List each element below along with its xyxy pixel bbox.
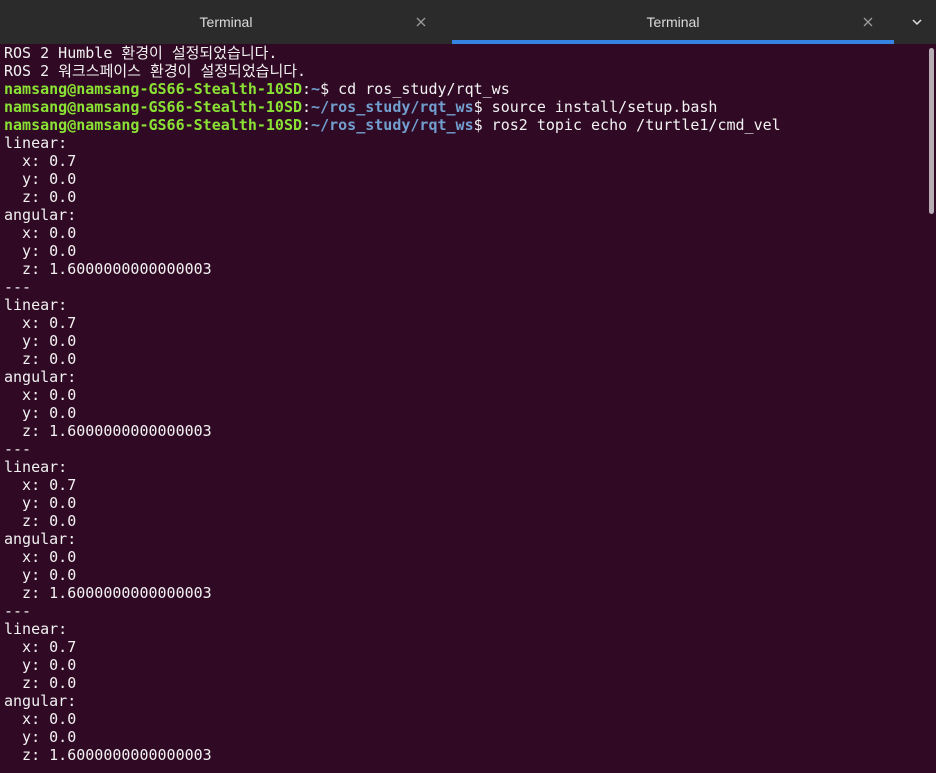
output-line: y: 0.0 xyxy=(4,656,77,674)
output-line: y: 0.0 xyxy=(4,242,77,260)
prompt-command: cd ros_study/rqt_ws xyxy=(338,80,510,98)
output-line: y: 0.0 xyxy=(4,404,77,422)
output-line: x: 0.7 xyxy=(4,638,77,656)
output-line: z: 0.0 xyxy=(4,674,77,692)
output-line: linear: xyxy=(4,620,68,638)
output-line: z: 1.6000000000000003 xyxy=(4,260,212,278)
tab-terminal-2[interactable]: Terminal xyxy=(452,0,894,44)
chevron-down-icon[interactable] xyxy=(910,15,924,29)
close-icon[interactable] xyxy=(862,16,874,28)
output-line: z: 1.6000000000000003 xyxy=(4,584,212,602)
output-line: linear: xyxy=(4,296,68,314)
terminal-window: Terminal Terminal ROS 2 Humble 환경이 설정되었습… xyxy=(0,0,936,773)
output-line: angular: xyxy=(4,206,77,224)
prompt-user-host: namsang@namsang-GS66-Stealth-10SD xyxy=(4,80,303,98)
prompt-line: namsang@namsang-GS66-Stealth-10SD:~/ros_… xyxy=(4,116,781,134)
output-line: z: 0.0 xyxy=(4,512,77,530)
prompt-path: ~/ros_study/rqt_ws xyxy=(311,116,474,134)
prompt-command: source install/setup.bash xyxy=(491,98,718,116)
tab-bar: Terminal Terminal xyxy=(0,0,936,44)
output-line: y: 0.0 xyxy=(4,566,77,584)
output-line: x: 0.0 xyxy=(4,224,77,242)
prompt-line: namsang@namsang-GS66-Stealth-10SD:~/ros_… xyxy=(4,98,718,116)
prompt-path: ~ xyxy=(311,80,321,98)
output-line: --- xyxy=(4,278,32,296)
output-line: x: 0.7 xyxy=(4,314,77,332)
output-line: x: 0.0 xyxy=(4,386,77,404)
output-line: x: 0.7 xyxy=(4,476,77,494)
scrollbar[interactable] xyxy=(926,44,936,773)
output-line: z: 0.0 xyxy=(4,188,77,206)
output-line: ROS 2 워크스페이스 환경이 설정되었습니다. xyxy=(4,62,307,80)
output-line: z: 1.6000000000000003 xyxy=(4,746,212,764)
prompt-line: namsang@namsang-GS66-Stealth-10SD:~$ cd … xyxy=(4,80,510,98)
tab-label: Terminal xyxy=(199,14,253,30)
output-line: --- xyxy=(4,440,32,458)
output-line: z: 0.0 xyxy=(4,350,77,368)
tab-terminal-1[interactable]: Terminal xyxy=(5,0,447,44)
output-line: x: 0.0 xyxy=(4,710,77,728)
output-line: y: 0.0 xyxy=(4,170,77,188)
scrollbar-thumb[interactable] xyxy=(929,48,934,214)
output-line: z: 1.6000000000000003 xyxy=(4,422,212,440)
tab-label: Terminal xyxy=(646,14,700,30)
output-line: ROS 2 Humble 환경이 설정되었습니다. xyxy=(4,44,278,62)
prompt-user-host: namsang@namsang-GS66-Stealth-10SD xyxy=(4,116,303,134)
output-line: angular: xyxy=(4,530,77,548)
prompt-path: ~/ros_study/rqt_ws xyxy=(311,98,474,116)
prompt-user-host: namsang@namsang-GS66-Stealth-10SD xyxy=(4,98,303,116)
output-line: --- xyxy=(4,602,32,620)
output-line: angular: xyxy=(4,368,77,386)
close-icon[interactable] xyxy=(415,16,427,28)
terminal-output[interactable]: ROS 2 Humble 환경이 설정되었습니다. ROS 2 워크스페이스 환경… xyxy=(0,44,926,773)
prompt-command: ros2 topic echo /turtle1/cmd_vel xyxy=(491,116,781,134)
output-line: x: 0.0 xyxy=(4,548,77,566)
output-line: y: 0.0 xyxy=(4,494,77,512)
output-line: x: 0.7 xyxy=(4,152,77,170)
output-line: linear: xyxy=(4,134,68,152)
output-line: y: 0.0 xyxy=(4,728,77,746)
output-line: angular: xyxy=(4,692,77,710)
output-line: y: 0.0 xyxy=(4,332,77,350)
output-line: linear: xyxy=(4,458,68,476)
